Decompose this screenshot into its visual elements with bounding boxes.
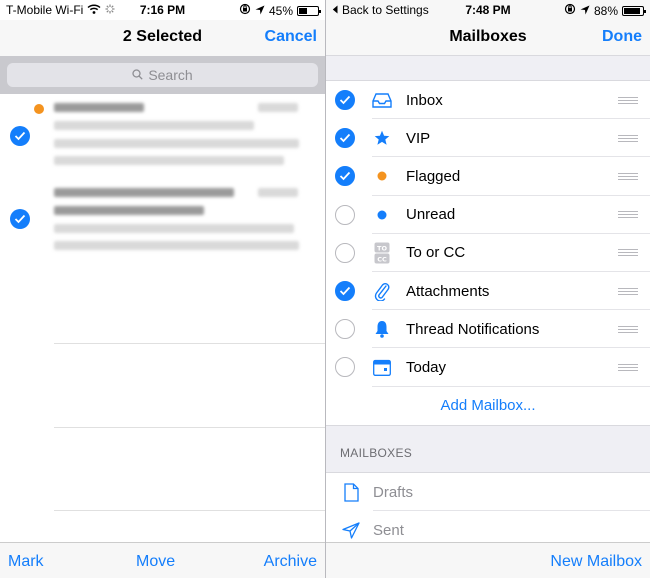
move-button[interactable]: Move [136, 553, 175, 571]
mailbox-row-attachments[interactable]: Attachments [326, 272, 650, 311]
reorder-handle-icon[interactable] [618, 96, 638, 104]
search-input[interactable]: Search [7, 63, 318, 87]
add-mailbox-button[interactable]: Add Mailbox... [326, 387, 650, 425]
message-row-1[interactable] [0, 94, 325, 184]
toggle-empty-icon[interactable] [335, 357, 355, 378]
mailbox-row-inbox[interactable]: Inbox [326, 81, 650, 120]
list-divider [54, 510, 325, 511]
search-placeholder: Search [148, 67, 193, 83]
blurred-preview [54, 241, 299, 250]
to-cc-icon: TO CC [372, 242, 392, 264]
message-row-2[interactable] [0, 184, 325, 269]
battery-icon [622, 5, 646, 16]
orientation-lock-icon [239, 3, 251, 18]
battery-level [299, 7, 308, 14]
orange-dot-icon [372, 166, 392, 186]
battery-percent: 45% [268, 3, 293, 18]
svg-text:CC: CC [377, 255, 387, 263]
nav-bar: 2 Selected Cancel [0, 20, 325, 56]
right-screen: Back to Settings 7:48 PM 88% Mailboxes D… [326, 0, 650, 578]
blurred-preview [54, 224, 294, 233]
reorder-handle-icon[interactable] [618, 325, 638, 333]
blurred-sender [54, 188, 234, 197]
calendar-icon [372, 357, 392, 377]
reorder-handle-icon[interactable] [618, 249, 638, 257]
mailbox-label: VIP [406, 129, 431, 147]
mailbox-label: Inbox [406, 91, 443, 109]
mailbox-label: Attachments [406, 282, 490, 300]
row-divider [372, 385, 650, 387]
status-bar: T-Mobile Wi-Fi 7:16 PM 45% [0, 0, 325, 20]
toggle-empty-icon[interactable] [335, 242, 355, 263]
document-icon [342, 482, 360, 502]
bottom-toolbar: Mark Move Archive [0, 542, 325, 578]
archive-button[interactable]: Archive [264, 553, 317, 571]
location-arrow-icon [580, 4, 590, 18]
blurred-subject [54, 206, 204, 215]
smart-mailbox-list: Inbox VIP Flagged Unread TO CC To or CC … [326, 80, 650, 426]
mailbox-label: Drafts [373, 483, 414, 501]
bell-icon [372, 319, 392, 339]
new-mailbox-button[interactable]: New Mailbox [550, 553, 642, 571]
mailbox-label: Today [406, 358, 447, 376]
unread-dot-icon [34, 104, 44, 114]
battery-percent: 88% [593, 3, 618, 18]
selected-check-icon[interactable] [10, 126, 30, 146]
status-bar: Back to Settings 7:48 PM 88% [326, 0, 650, 20]
toggle-empty-icon[interactable] [335, 319, 355, 340]
mailbox-row-flagged[interactable]: Flagged [326, 157, 650, 196]
search-bar: Search [0, 56, 325, 94]
toggle-check-icon[interactable] [335, 128, 355, 149]
toggle-check-icon[interactable] [335, 166, 355, 187]
mailbox-row-thread-notifications[interactable]: Thread Notifications [326, 310, 650, 349]
blue-dot-icon [372, 205, 392, 225]
mailbox-label: Unread [406, 206, 456, 224]
mailbox-row-today[interactable]: Today [326, 348, 650, 387]
orientation-lock-icon [564, 3, 576, 18]
mailboxes-section-header: MAILBOXES [340, 446, 413, 460]
inbox-icon [372, 90, 392, 110]
mailbox-row-vip[interactable]: VIP [326, 119, 650, 158]
blurred-preview [54, 139, 299, 148]
left-screen: T-Mobile Wi-Fi 7:16 PM 45% 2 Selected Ca… [0, 0, 325, 578]
blurred-date [258, 103, 298, 112]
reorder-handle-icon[interactable] [618, 172, 638, 180]
nav-bar: Mailboxes Done [326, 20, 650, 56]
mailbox-label: Thread Notifications [406, 320, 540, 338]
paper-plane-icon [342, 520, 360, 540]
battery-level [624, 7, 640, 14]
mailbox-label: To or CC [406, 244, 466, 262]
selected-check-icon[interactable] [10, 209, 30, 229]
blurred-sender [54, 103, 144, 112]
toggle-empty-icon[interactable] [335, 204, 355, 225]
toggle-check-icon[interactable] [335, 90, 355, 111]
search-icon [132, 67, 143, 83]
mark-button[interactable]: Mark [8, 553, 44, 571]
reorder-handle-icon[interactable] [618, 363, 638, 371]
section-gap [326, 57, 650, 80]
location-arrow-icon [255, 4, 265, 18]
mailbox-label: Sent [373, 521, 404, 539]
cancel-button[interactable]: Cancel [265, 28, 317, 46]
blurred-subject [54, 121, 254, 130]
blurred-date [258, 188, 298, 197]
reorder-handle-icon[interactable] [618, 134, 638, 142]
done-button[interactable]: Done [602, 28, 642, 46]
bottom-toolbar: New Mailbox [326, 542, 650, 578]
mailbox-row-to-or-cc[interactable]: TO CC To or CC [326, 234, 650, 272]
list-divider [54, 343, 325, 344]
mailbox-drafts[interactable]: Drafts [326, 473, 650, 511]
svg-text:TO: TO [377, 244, 387, 252]
reorder-handle-icon[interactable] [618, 211, 638, 219]
mailbox-row-unread[interactable]: Unread [326, 196, 650, 234]
mailbox-label: Flagged [406, 167, 461, 185]
reorder-handle-icon[interactable] [618, 287, 638, 295]
star-icon [372, 128, 392, 148]
list-divider [54, 427, 325, 428]
battery-icon [297, 5, 321, 16]
toggle-check-icon[interactable] [335, 281, 355, 302]
paperclip-icon [372, 281, 392, 302]
mailbox-folder-list: Drafts Sent [326, 472, 650, 549]
blurred-preview [54, 156, 284, 165]
